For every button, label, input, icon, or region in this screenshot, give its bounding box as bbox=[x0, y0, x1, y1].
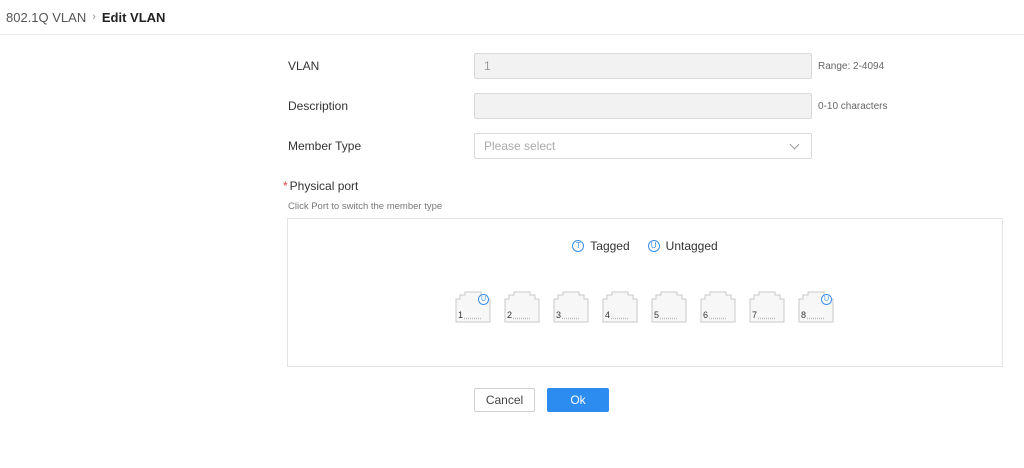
port-number: 3 bbox=[556, 310, 562, 320]
port-number: 2 bbox=[507, 310, 513, 320]
vlan-input[interactable] bbox=[474, 53, 812, 79]
port-8[interactable]: 8U bbox=[798, 291, 834, 323]
port-number: 7 bbox=[752, 310, 758, 320]
description-input[interactable] bbox=[474, 93, 812, 119]
port-1[interactable]: 1U bbox=[455, 291, 491, 323]
physical-port-label: * Physical port bbox=[283, 179, 358, 193]
chevron-right-icon: › bbox=[92, 11, 96, 23]
untagged-icon: U bbox=[647, 240, 660, 252]
breadcrumb: 802.1Q VLAN › Edit VLAN bbox=[0, 0, 1024, 35]
port-legend: T Tagged U Untagged bbox=[288, 239, 1002, 253]
description-label: Description bbox=[288, 99, 349, 113]
port-panel: T Tagged U Untagged 1U2345678U bbox=[287, 218, 1003, 367]
port-4[interactable]: 4 bbox=[602, 291, 638, 323]
port-3[interactable]: 3 bbox=[553, 291, 589, 323]
port-number: 1 bbox=[458, 310, 464, 320]
physical-port-label-text: Physical port bbox=[289, 179, 359, 193]
required-mark: * bbox=[283, 179, 288, 193]
member-type-row: Member Type Please select bbox=[288, 133, 888, 159]
port-number: 5 bbox=[654, 310, 660, 320]
cancel-button[interactable]: Cancel bbox=[474, 388, 535, 412]
vlan-range-hint: Range: 2-4094 bbox=[818, 60, 885, 72]
physical-port-hint: Click Port to switch the member type bbox=[288, 201, 443, 212]
port-2[interactable]: 2 bbox=[504, 291, 540, 323]
port-number: 8 bbox=[801, 310, 807, 320]
port-5[interactable]: 5 bbox=[651, 291, 687, 323]
description-row: Description 0-10 characters bbox=[288, 93, 888, 119]
vlan-row: VLAN Range: 2-4094 bbox=[288, 53, 888, 79]
member-type-label: Member Type bbox=[288, 139, 362, 153]
port-6[interactable]: 6 bbox=[700, 291, 736, 323]
breadcrumb-parent-link[interactable]: 802.1Q VLAN bbox=[6, 10, 86, 25]
port-7[interactable]: 7 bbox=[749, 291, 785, 323]
chevron-down-icon bbox=[789, 139, 800, 149]
port-number: 6 bbox=[703, 310, 709, 320]
untagged-icon: U bbox=[478, 294, 489, 305]
tagged-icon: T bbox=[572, 240, 585, 252]
ok-button[interactable]: Ok bbox=[547, 388, 609, 412]
port-list: 1U2345678U bbox=[455, 291, 834, 323]
member-type-placeholder: Please select bbox=[484, 139, 556, 153]
description-hint: 0-10 characters bbox=[818, 100, 888, 112]
member-type-select[interactable]: Please select bbox=[474, 133, 812, 159]
legend-tagged-label: Tagged bbox=[590, 239, 630, 253]
vlan-label: VLAN bbox=[288, 59, 320, 73]
legend-untagged: U Untagged bbox=[647, 239, 718, 253]
untagged-icon: U bbox=[821, 294, 832, 305]
page-title: Edit VLAN bbox=[101, 9, 166, 25]
port-number: 4 bbox=[605, 310, 611, 320]
legend-untagged-label: Untagged bbox=[665, 239, 718, 253]
legend-tagged: T Tagged bbox=[572, 239, 630, 253]
